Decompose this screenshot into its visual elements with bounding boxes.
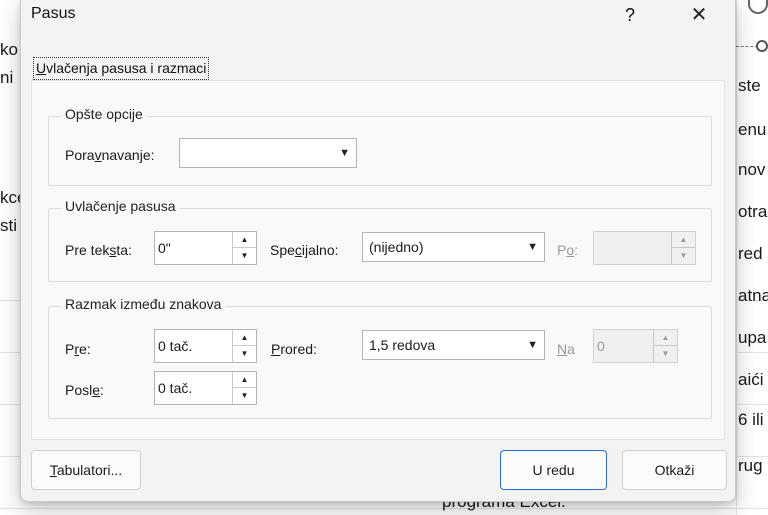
caret-down-icon[interactable]: ▼ — [233, 388, 256, 404]
by-spinner: ▲ ▼ — [593, 231, 696, 265]
background-text: aići — [738, 370, 764, 389]
background-text: ni — [0, 68, 14, 87]
background-text: upa — [738, 328, 767, 347]
before-text-spinner[interactable]: 0" ▲ ▼ — [154, 231, 257, 265]
spinner-arrows: ▲ ▼ — [232, 372, 256, 404]
spinner-arrows: ▲ ▼ — [232, 330, 256, 362]
at-label: Na — [557, 341, 575, 357]
by-label: Po: — [557, 242, 579, 258]
caret-up-icon: ▲ — [654, 330, 677, 346]
caret-up-icon[interactable]: ▲ — [233, 232, 256, 248]
caret-down-icon: ▼ — [672, 248, 695, 264]
chevron-down-icon: ▼ — [527, 339, 538, 351]
tab-label: vlačenja pasusa i razmaci — [46, 60, 207, 76]
connector-line — [736, 46, 758, 47]
close-button[interactable]: ✕ — [681, 1, 717, 29]
background-text: enu — [738, 120, 767, 139]
special-value: (nijedno) — [369, 239, 424, 255]
spacing-before-value: 0 tač. — [158, 338, 193, 354]
alignment-dropdown[interactable]: ▼ — [179, 138, 357, 168]
tab-panel: Opšte opcije Poravnavanje: ▼ Uvlačenje p… — [31, 80, 725, 440]
background-text: 6 ili — [738, 410, 764, 429]
background-text: atna — [738, 286, 768, 305]
spacing-legend: Razmak između znakova — [61, 296, 226, 312]
background-text: ko — [0, 40, 18, 59]
tab-label-key: U — [36, 60, 47, 76]
alignment-label: Poravnavanje: — [65, 147, 155, 163]
indentation-legend: Uvlačenje pasusa — [61, 198, 180, 214]
at-spinner: 0 ▲ ▼ — [593, 329, 678, 363]
special-dropdown[interactable]: (nijedno) ▼ — [362, 232, 545, 262]
cancel-button[interactable]: Otkaži — [622, 450, 727, 490]
line-spacing-value: 1,5 redova — [369, 337, 436, 353]
background-text: rug — [738, 456, 763, 475]
caret-up-icon[interactable]: ▲ — [233, 330, 256, 346]
background-text: sti — [0, 216, 17, 235]
caret-down-icon[interactable]: ▼ — [233, 346, 256, 362]
spacing-after-spinner[interactable]: 0 tač. ▲ ▼ — [154, 371, 257, 405]
shape-connector-icon — [748, 0, 768, 14]
grid-line — [0, 508, 768, 509]
at-value: 0 — [597, 338, 605, 354]
ok-button[interactable]: U redu — [500, 450, 607, 490]
background-text: ste — [738, 76, 761, 95]
caret-up-icon[interactable]: ▲ — [233, 372, 256, 388]
background-text: nov — [738, 160, 766, 179]
dialog-title: Pasus — [31, 5, 76, 22]
chevron-down-icon: ▼ — [527, 241, 538, 253]
spinner-arrows: ▲ ▼ — [671, 232, 695, 264]
caret-up-icon: ▲ — [672, 232, 695, 248]
spinner-arrows: ▲ ▼ — [232, 232, 256, 264]
spacing-before-label: Pre: — [65, 341, 91, 357]
caret-down-icon: ▼ — [654, 346, 677, 362]
general-legend: Opšte opcije — [61, 106, 147, 122]
tab-indents-and-spacing[interactable]: Uvlačenja pasusa i razmaci — [33, 57, 210, 80]
chevron-down-icon: ▼ — [339, 147, 350, 159]
paragraph-dialog: Pasus ? ✕ Uvlačenja pasusa i razmaci Opš… — [20, 0, 736, 502]
spinner-arrows: ▲ ▼ — [653, 330, 677, 362]
background-text: red — [738, 244, 763, 263]
spacing-group: Razmak između znakova Pre: 0 tač. ▲ ▼ Pr… — [48, 296, 712, 419]
help-button[interactable]: ? — [615, 1, 645, 29]
line-spacing-dropdown[interactable]: 1,5 redova ▼ — [362, 330, 545, 360]
grid-line — [736, 0, 737, 515]
background-text: otra — [738, 202, 768, 221]
caret-down-icon[interactable]: ▼ — [233, 248, 256, 264]
special-label: Specijalno: — [270, 242, 339, 258]
connector-handle-icon — [756, 40, 768, 52]
before-text-label: Pre teksta: — [65, 242, 132, 258]
spacing-after-value: 0 tač. — [158, 380, 193, 396]
tabs-button[interactable]: Tabulatori... — [31, 450, 141, 490]
line-spacing-label: Prored: — [271, 341, 317, 357]
spacing-after-label: Posle: — [65, 382, 104, 398]
spacing-before-spinner[interactable]: 0 tač. ▲ ▼ — [154, 329, 257, 363]
indentation-group: Uvlačenje pasusa Pre teksta: 0" ▲ ▼ Spec… — [48, 198, 712, 282]
dialog-titlebar[interactable]: Pasus ? ✕ — [21, 0, 735, 30]
before-text-value: 0" — [158, 240, 171, 256]
general-group: Opšte opcije Poravnavanje: ▼ — [48, 106, 712, 186]
